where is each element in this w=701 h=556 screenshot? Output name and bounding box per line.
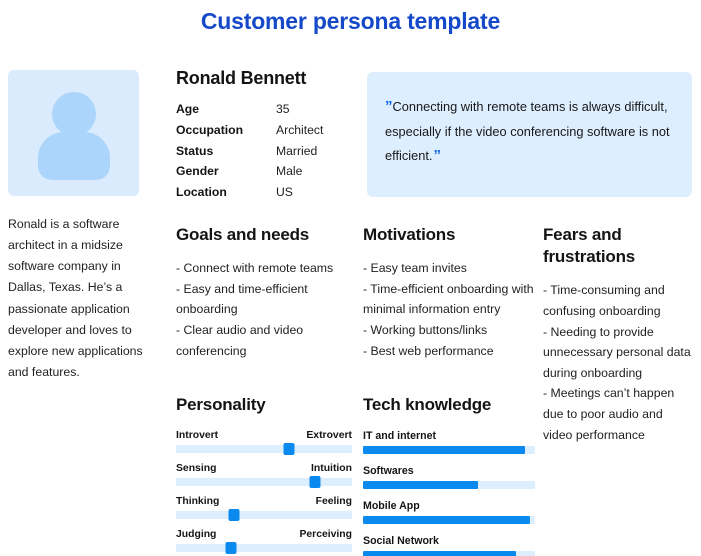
personality-slider-3[interactable]: Judging Perceiving [176,529,352,555]
list-item: - Clear audio and video conferencing [176,323,304,358]
persona-template-page: Customer persona template Ronald is a so… [0,0,701,556]
slider-labels: Thinking Feeling [176,496,352,507]
list-item: - Easy team invites [363,261,467,276]
slider-left-label: Judging [176,529,217,541]
tech-bar-1: Softwares [363,465,535,490]
slider-right-label: Perceiving [299,529,352,541]
attribute-value: 35 [276,102,290,116]
slider-right-label: Feeling [315,496,352,508]
fears-list: - Time-consuming and confusing onboardin… [543,280,695,445]
list-item: - Time-efficient onboarding with minimal… [363,281,534,317]
slider-track[interactable] [176,443,352,456]
slider-handle[interactable] [309,476,321,489]
personality-sliders: Introvert Extrovert Sensing Intuition Th… [176,430,352,555]
tech-bar-track [363,516,535,525]
attribute-key: Occupation [176,122,244,137]
motivations-list: - Easy team invites - Time-efficient onb… [363,258,535,361]
list-item: - Time-consuming and confusing onboardin… [543,283,665,318]
personality-section: Personality Introvert Extrovert Sensing … [176,394,352,556]
motivations-section: Motivations - Easy team invites - Time-e… [363,224,535,361]
slider-right-label: Extrovert [306,430,352,442]
motivations-heading: Motivations [363,225,456,244]
goals-list: - Connect with remote teams - Easy and t… [176,258,352,361]
personality-heading: Personality [176,395,266,414]
slider-handle[interactable] [283,443,295,456]
list-item: - Meetings can’t happen due to poor audi… [543,386,675,442]
table-row: Age 35 [176,102,352,123]
tech-bar-label: Mobile App [363,500,420,513]
tech-bar-3: Social Network [363,535,535,556]
persona-quote-card: ”Connecting with remote teams is always … [367,72,692,197]
fears-section: Fears and frustrations - Time-consuming … [543,224,695,445]
slider-track[interactable] [176,542,352,555]
list-item: - Best web performance [363,343,494,358]
slider-handle[interactable] [228,509,240,522]
slider-labels: Judging Perceiving [176,529,352,540]
tech-bar-fill [363,481,479,490]
persona-name: Ronald Bennett [176,68,307,88]
tech-knowledge-heading: Tech knowledge [363,395,492,414]
slider-track[interactable] [176,509,352,522]
table-row: Location US [176,185,352,206]
persona-attributes-table: Age 35 Occupation Architect Status Marri… [176,102,352,206]
persona-quote-text: ”Connecting with remote teams is always … [385,94,670,170]
tech-bar-track [363,481,535,490]
attribute-key: Status [176,143,214,158]
slider-labels: Sensing Intuition [176,463,352,474]
tech-knowledge-bars: IT and internet Softwares Mobile App Soc… [363,430,535,556]
tech-bar-track [363,551,535,556]
tech-bar-fill [363,516,530,525]
attribute-key: Location [176,185,227,199]
list-item: - Easy and time-efficient onboarding [176,281,308,317]
personality-slider-1[interactable]: Sensing Intuition [176,463,352,489]
persona-bio: Ronald is a software architect in a mids… [8,217,143,379]
table-row: Occupation Architect [176,123,352,144]
tech-bar-label: IT and internet [363,430,436,443]
tech-bar-label: Social Network [363,535,439,548]
slider-left-label: Thinking [176,496,220,508]
personality-slider-2[interactable]: Thinking Feeling [176,496,352,522]
avatar-body-shape [37,132,110,180]
tech-bar-2: Mobile App [363,500,535,525]
attribute-value: Male [276,164,303,179]
attribute-value: Married [276,143,318,158]
list-item: - Needing to provide unnecessary persona… [543,324,691,380]
slider-left-label: Introvert [176,430,219,442]
goals-section: Goals and needs - Connect with remote te… [176,224,352,361]
attribute-value: US [276,185,293,199]
attribute-key: Age [176,102,200,116]
slider-left-label: Sensing [176,463,217,475]
persona-details: Ronald Bennett Age 35 Occupation Archite… [176,68,352,206]
quote-open-icon: ” [385,98,392,115]
avatar-head-shape [51,92,96,136]
page-title: Customer persona template [200,8,501,34]
quote-body: Connecting with remote teams is always d… [385,99,670,164]
tech-bar-label: Softwares [363,465,414,478]
list-item: - Working buttons/links [363,323,488,338]
user-avatar-icon [8,70,139,196]
attribute-value: Architect [276,122,324,137]
slider-handle[interactable] [225,542,237,555]
quote-close-icon: ” [433,147,440,165]
slider-right-label: Intuition [311,463,352,475]
fears-heading: Fears and frustrations [543,225,636,267]
tech-bar-0: IT and internet [363,430,535,455]
tech-knowledge-section: Tech knowledge IT and internet Softwares… [363,394,535,556]
attribute-key: Gender [176,164,219,179]
slider-track[interactable] [176,476,352,489]
list-item: - Connect with remote teams [176,261,334,276]
table-row: Gender Male [176,164,352,185]
tech-bar-fill [363,551,517,556]
tech-bar-track [363,446,535,455]
table-row: Status Married [176,144,352,165]
goals-heading: Goals and needs [176,225,310,244]
slider-labels: Introvert Extrovert [176,430,352,441]
tech-bar-fill [363,446,525,455]
profile-column: Ronald is a software architect in a mids… [8,70,156,383]
personality-slider-0[interactable]: Introvert Extrovert [176,430,352,456]
